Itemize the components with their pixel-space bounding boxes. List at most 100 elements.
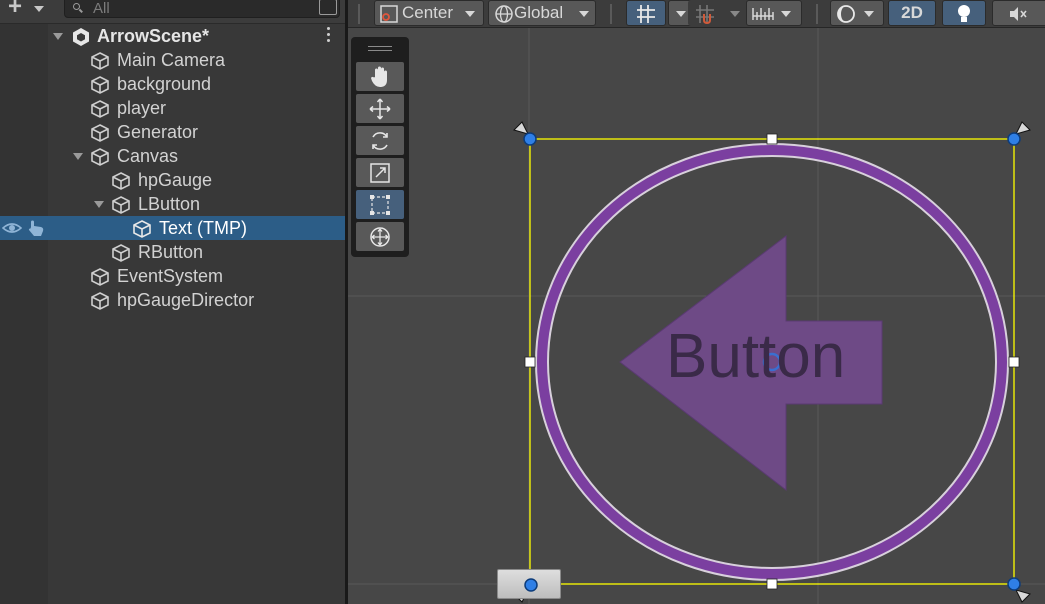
transform-tool-button[interactable] xyxy=(356,222,404,251)
hierarchy-item-rbutton[interactable]: RButton xyxy=(0,240,345,264)
scene-view[interactable]: Button Center Global 2D xyxy=(348,0,1045,604)
pivot-rotation-label: Global xyxy=(514,3,564,22)
gameobject-cube-icon xyxy=(91,124,109,142)
search-icon xyxy=(73,3,80,10)
chevron-down-icon xyxy=(781,11,791,17)
ruler-snap-dropdown[interactable] xyxy=(746,0,802,26)
incremental-snap-menu[interactable] xyxy=(724,0,744,26)
scene-name: ArrowScene* xyxy=(97,26,210,46)
gameobject-cube-icon xyxy=(112,244,130,262)
gameobject-cube-icon xyxy=(112,172,130,190)
gameobject-cube-icon xyxy=(91,52,109,70)
button-preview-thumbnail xyxy=(497,569,561,599)
rect-tool-button[interactable] xyxy=(356,190,404,219)
more-options-icon[interactable] xyxy=(327,27,331,45)
hierarchy-item-label: hpGaugeDirector xyxy=(117,290,255,310)
move-tool-button[interactable] xyxy=(356,94,404,123)
tool-palette xyxy=(351,37,409,257)
corner-handle-bottom-left[interactable] xyxy=(498,570,562,600)
hierarchy-item-background[interactable]: background xyxy=(0,72,345,96)
hierarchy-item-label: background xyxy=(117,74,212,94)
shading-sphere-icon xyxy=(837,5,855,23)
incremental-snap-toggle[interactable] xyxy=(688,0,722,26)
search-placeholder: All xyxy=(93,0,110,17)
pivot-mode-label: Center xyxy=(402,3,454,22)
gameobject-cube-icon xyxy=(112,196,130,214)
scale-icon xyxy=(370,163,390,183)
scene-toolbar: Center Global 2D xyxy=(348,0,1045,28)
transform-icon xyxy=(370,227,390,247)
hierarchy-toolbar: + All xyxy=(0,0,345,24)
hierarchy-item-hpgauge[interactable]: hpGauge xyxy=(0,168,345,192)
expand-arrow-icon[interactable] xyxy=(53,33,63,40)
2d-mode-toggle[interactable]: 2D xyxy=(888,0,936,26)
hand-tool-button[interactable] xyxy=(356,62,404,91)
hierarchy-item-eventsystem[interactable]: EventSystem xyxy=(0,264,345,288)
lightbulb-icon xyxy=(958,5,970,22)
hierarchy-item-label: Generator xyxy=(117,122,199,142)
scene-row[interactable]: ArrowScene* xyxy=(0,24,345,48)
visibility-eye-icon[interactable] xyxy=(2,220,22,236)
ruler-icon xyxy=(752,8,774,20)
hand-icon xyxy=(371,66,387,87)
hierarchy-item-generator[interactable]: Generator xyxy=(0,120,345,144)
hierarchy-item-text-tmp[interactable]: Text (TMP) xyxy=(0,216,345,240)
hierarchy-item-hpgaugedirector[interactable]: hpGaugeDirector xyxy=(0,288,345,312)
pickable-hand-icon[interactable] xyxy=(26,219,46,237)
expand-arrow-icon[interactable] xyxy=(73,153,83,160)
snap-magnet-icon xyxy=(696,5,714,25)
unity-editor: + All ArrowScene* Main Camera background… xyxy=(0,0,1045,604)
hierarchy-item-canvas[interactable]: Canvas xyxy=(0,144,345,168)
gameobject-cube-icon xyxy=(91,148,109,166)
hierarchy-panel: + All ArrowScene* Main Camera background… xyxy=(0,0,345,604)
palette-grip[interactable] xyxy=(368,46,392,51)
grid-snapping-toggle[interactable] xyxy=(626,0,666,26)
hierarchy-item-label: Text (TMP) xyxy=(159,218,247,238)
lighting-toggle[interactable] xyxy=(942,0,986,26)
move-icon xyxy=(369,98,391,120)
plus-icon: + xyxy=(8,0,23,20)
chevron-down-icon xyxy=(730,11,740,17)
gameobject-cube-icon xyxy=(91,268,109,286)
toolbar-separator xyxy=(816,4,818,24)
search-input[interactable]: All xyxy=(64,0,340,18)
toolbar-separator xyxy=(610,4,612,24)
2d-mode-label: 2D xyxy=(901,3,923,22)
audio-toggle[interactable] xyxy=(992,0,1045,26)
toolbar-separator xyxy=(358,4,360,24)
scene-canvas[interactable] xyxy=(348,0,1045,604)
unity-logo-icon xyxy=(73,28,89,46)
hierarchy-item-main-camera[interactable]: Main Camera xyxy=(0,48,345,72)
button-text: Button xyxy=(666,322,846,391)
rotate-tool-button[interactable] xyxy=(356,126,404,155)
chevron-down-icon xyxy=(579,11,589,17)
hierarchy-item-lbutton[interactable]: LButton xyxy=(0,192,345,216)
expand-arrow-icon[interactable] xyxy=(94,201,104,208)
chevron-down-icon xyxy=(676,11,686,17)
search-mode-icon[interactable] xyxy=(319,0,337,15)
hierarchy-item-label: player xyxy=(117,98,167,118)
globe-icon xyxy=(495,5,513,23)
pivot-rotation-dropdown[interactable]: Global xyxy=(488,0,596,26)
scale-tool-button[interactable] xyxy=(356,158,404,187)
rotate-icon xyxy=(372,132,388,150)
hierarchy-item-label: Main Camera xyxy=(117,50,226,70)
hierarchy-item-label: EventSystem xyxy=(117,266,224,286)
rect-icon xyxy=(370,195,390,215)
chevron-down-icon xyxy=(465,11,475,17)
audio-mute-icon xyxy=(1010,7,1027,21)
pivot-mode-dropdown[interactable]: Center xyxy=(374,0,484,26)
hierarchy-item-label: RButton xyxy=(138,242,204,262)
hierarchy-item-label: hpGauge xyxy=(138,170,213,190)
gameobject-cube-icon xyxy=(91,76,109,94)
gameobject-cube-icon xyxy=(133,220,151,238)
draw-mode-dropdown[interactable] xyxy=(830,0,884,26)
gameobject-cube-icon xyxy=(91,100,109,118)
grid-snap-icon xyxy=(637,5,655,23)
hierarchy-item-label: Canvas xyxy=(117,146,179,166)
chevron-down-icon xyxy=(864,11,874,17)
chevron-down-icon xyxy=(34,6,44,12)
create-button[interactable]: + xyxy=(6,0,50,20)
hierarchy-item-player[interactable]: player xyxy=(0,96,345,120)
pivot-center-icon xyxy=(380,5,398,23)
